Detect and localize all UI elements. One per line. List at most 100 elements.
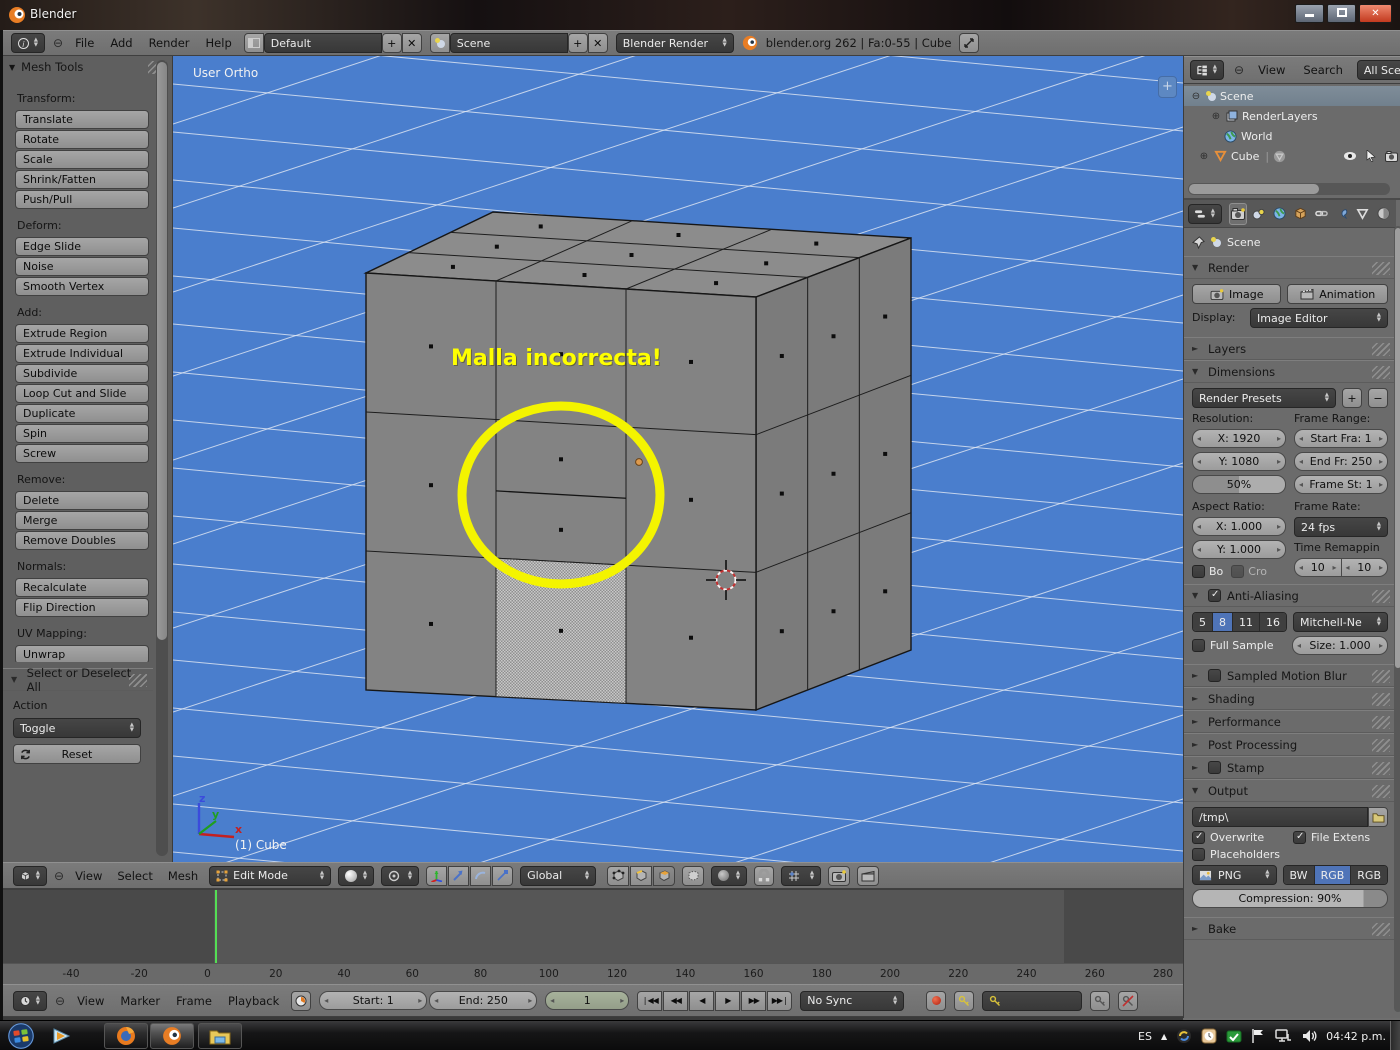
- tab-material[interactable]: [1374, 203, 1392, 225]
- render-engine-select[interactable]: Blender Render: [616, 33, 734, 53]
- manipulator-rotate-button[interactable]: [470, 866, 491, 886]
- face-select-button[interactable]: [653, 866, 675, 886]
- remove-preset-button[interactable]: −: [1368, 388, 1388, 408]
- file-format-select[interactable]: PNG: [1192, 865, 1277, 885]
- pin-icon[interactable]: [1192, 236, 1205, 249]
- aa-sample-11[interactable]: 11: [1233, 613, 1260, 631]
- aa-sample-8[interactable]: 8: [1213, 613, 1233, 631]
- language-indicator[interactable]: ES: [1138, 1030, 1152, 1043]
- view3d-menu-view[interactable]: View: [71, 869, 106, 883]
- jump-prev-keyframe-button[interactable]: ◀◀: [663, 991, 688, 1011]
- sync-mode-select[interactable]: No Sync: [800, 991, 904, 1011]
- outliner-menu-view[interactable]: View: [1254, 63, 1289, 77]
- full-sample-checkbox[interactable]: [1192, 639, 1205, 652]
- outliner-item-scene[interactable]: ⊖ Scene: [1184, 86, 1400, 106]
- timeline-menu-view[interactable]: View: [73, 994, 108, 1008]
- motion-blur-checkbox[interactable]: [1208, 669, 1221, 682]
- tab-scene[interactable]: [1250, 203, 1268, 225]
- taskbar-explorer-button[interactable]: [198, 1023, 242, 1049]
- edge-select-button[interactable]: [630, 866, 652, 886]
- scene-selector-icon[interactable]: [430, 33, 450, 53]
- taskbar-clock[interactable]: 04:42 p.m.: [1326, 1030, 1386, 1043]
- timeline-ruler[interactable]: -40-200204060801001201401601802002202402…: [3, 963, 1183, 984]
- jump-to-start-button[interactable]: ❘◀◀: [637, 991, 662, 1011]
- tab-world[interactable]: [1271, 203, 1289, 225]
- insert-keyframe-button[interactable]: [1090, 991, 1110, 1011]
- current-frame-indicator[interactable]: [215, 890, 217, 963]
- add-layout-button[interactable]: +: [382, 33, 402, 53]
- tab-constraints[interactable]: [1312, 203, 1330, 225]
- manipulator-toggle-button[interactable]: [426, 866, 447, 886]
- visibility-eye-icon[interactable]: [1343, 151, 1357, 161]
- shelf-button-delete[interactable]: Delete: [15, 491, 149, 510]
- mesh-tools-panel-header[interactable]: ▼ Mesh Tools: [3, 56, 172, 78]
- fps-select[interactable]: 24 fps: [1294, 517, 1388, 537]
- viewport-3d[interactable]: User Ortho Malla incorrecta! + (1) Cube …: [173, 56, 1183, 862]
- timeline-menu-playback[interactable]: Playback: [224, 994, 283, 1008]
- render-animation-button[interactable]: Animation: [1287, 284, 1388, 304]
- tray-sync-icon[interactable]: [1226, 1028, 1242, 1044]
- remap-new-field[interactable]: 10: [1342, 558, 1389, 577]
- collapse-menus-icon[interactable]: ⊖: [53, 36, 63, 50]
- render-presets-select[interactable]: Render Presets: [1192, 388, 1336, 408]
- renderable-camera-icon[interactable]: [1385, 151, 1398, 162]
- editor-type-info-button[interactable]: i: [11, 33, 45, 53]
- timeline-end-field[interactable]: End: 250: [429, 991, 537, 1010]
- aa-filter-select[interactable]: Mitchell-Ne: [1293, 612, 1388, 632]
- panel-header-post-processing[interactable]: ►Post Processing: [1184, 733, 1396, 756]
- collapse-icon[interactable]: ⊖: [1190, 91, 1202, 102]
- render-opengl-image-button[interactable]: [828, 866, 850, 886]
- antialiasing-checkbox[interactable]: [1208, 589, 1221, 602]
- tray-update-icon[interactable]: [1176, 1028, 1192, 1044]
- shelf-scrollbar[interactable]: [156, 60, 168, 856]
- shelf-button-extrude-individual[interactable]: Extrude Individual: [15, 344, 149, 363]
- manipulator-scale-button[interactable]: [492, 866, 513, 886]
- use-preview-range-button[interactable]: [291, 991, 311, 1011]
- menu-add[interactable]: Add: [106, 36, 136, 50]
- editor-type-view3d-button[interactable]: [13, 866, 47, 886]
- aa-size-field[interactable]: Size: 1.000: [1292, 636, 1388, 655]
- channel-rgb[interactable]: RGB: [1315, 866, 1352, 884]
- overwrite-checkbox[interactable]: [1192, 831, 1205, 844]
- outliner-item-world[interactable]: World: [1184, 126, 1400, 146]
- shelf-button-edge-slide[interactable]: Edge Slide: [15, 237, 149, 256]
- outliner-hscrollbar[interactable]: [1188, 183, 1390, 195]
- view3d-menu-mesh[interactable]: Mesh: [164, 869, 202, 883]
- browse-folder-button[interactable]: [1368, 807, 1388, 827]
- snap-element-select[interactable]: [781, 866, 821, 886]
- panel-header-render[interactable]: ▼Render: [1184, 256, 1396, 279]
- timeline-track[interactable]: [3, 889, 1183, 963]
- shelf-button-spin[interactable]: Spin: [15, 424, 149, 443]
- timeline-menu-marker[interactable]: Marker: [116, 994, 164, 1008]
- auto-keyframe-button[interactable]: [926, 991, 946, 1011]
- vertex-select-button[interactable]: [607, 866, 629, 886]
- play-button[interactable]: ▶: [715, 991, 740, 1011]
- start-button[interactable]: [6, 1022, 36, 1050]
- aa-sample-5[interactable]: 5: [1193, 613, 1213, 631]
- menu-render[interactable]: Render: [145, 36, 194, 50]
- aa-sample-16[interactable]: 16: [1260, 613, 1286, 631]
- current-frame-field[interactable]: 1: [545, 991, 629, 1010]
- shelf-button-screw[interactable]: Screw: [15, 444, 149, 463]
- jump-to-end-button[interactable]: ▶▶❘: [767, 991, 792, 1011]
- minimize-button[interactable]: [1295, 4, 1324, 23]
- close-scene-button[interactable]: ✕: [588, 33, 608, 53]
- action-select[interactable]: Toggle: [13, 718, 141, 738]
- panel-header-sampled-motion-blur[interactable]: ►Sampled Motion Blur: [1184, 664, 1396, 687]
- menu-file[interactable]: File: [71, 36, 98, 50]
- shelf-button-recalculate[interactable]: Recalculate: [15, 578, 149, 597]
- outliner-item-renderlayers[interactable]: ⊕ RenderLayers: [1184, 106, 1400, 126]
- shelf-button-loop-cut-and-slide[interactable]: Loop Cut and Slide: [15, 384, 149, 403]
- outliner-item-cube[interactable]: ⊕ Cube |: [1184, 146, 1400, 166]
- panel-header-antialiasing[interactable]: ▼Anti-Aliasing: [1184, 584, 1396, 607]
- tab-object-data[interactable]: [1354, 203, 1372, 225]
- add-preset-button[interactable]: +: [1342, 388, 1362, 408]
- tray-expand-icon[interactable]: ▲: [1161, 1032, 1167, 1041]
- placeholders-checkbox[interactable]: [1192, 848, 1205, 861]
- remap-old-field[interactable]: 10: [1294, 558, 1342, 577]
- menu-help[interactable]: Help: [202, 36, 236, 50]
- tray-clock-icon[interactable]: [1201, 1028, 1217, 1044]
- close-button[interactable]: ✕: [1359, 4, 1392, 23]
- panel-header-performance[interactable]: ►Performance: [1184, 710, 1396, 733]
- selectable-cursor-icon[interactable]: [1366, 150, 1376, 162]
